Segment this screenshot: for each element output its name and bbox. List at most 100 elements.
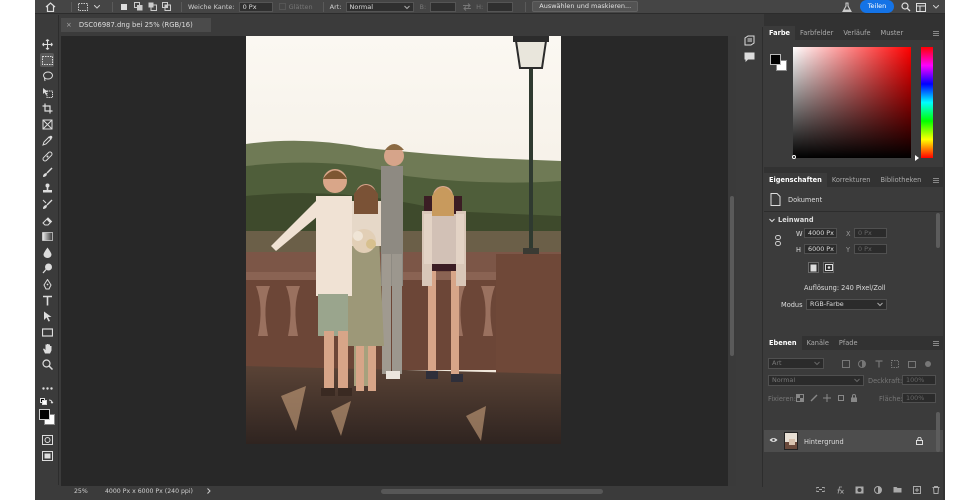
height-input[interactable] bbox=[487, 1, 514, 12]
quick-mask-icon[interactable] bbox=[40, 433, 54, 447]
frame-tool[interactable] bbox=[40, 117, 54, 131]
foreground-color-swatch[interactable] bbox=[770, 54, 781, 65]
healing-brush-tool[interactable] bbox=[40, 149, 54, 163]
hand-tool[interactable] bbox=[40, 341, 54, 355]
link-layers-icon[interactable] bbox=[816, 487, 825, 492]
lock-transparent-icon[interactable] bbox=[796, 394, 804, 402]
new-layer-icon[interactable] bbox=[913, 485, 922, 494]
adjustment-filter-icon[interactable] bbox=[858, 360, 867, 368]
panel-menu-icon[interactable] bbox=[933, 178, 939, 183]
tab-patterns[interactable]: Muster bbox=[876, 26, 909, 40]
history-brush-tool[interactable] bbox=[40, 197, 54, 211]
object-select-tool[interactable] bbox=[40, 85, 54, 99]
scroll-thumb[interactable] bbox=[730, 196, 734, 356]
beaker-icon[interactable] bbox=[841, 1, 853, 13]
canvas-width-input[interactable]: 4000 Px bbox=[804, 228, 837, 238]
canvas-vertical-scrollbar[interactable] bbox=[728, 36, 736, 486]
home-button[interactable] bbox=[35, 1, 65, 12]
close-tab-icon[interactable]: × bbox=[66, 21, 72, 29]
brush-tool[interactable] bbox=[40, 165, 54, 179]
lock-artboard-icon[interactable] bbox=[837, 394, 845, 402]
gradient-tool[interactable] bbox=[40, 229, 54, 243]
document-tab[interactable]: × DSC06987.dng bei 25% (RGB/16) bbox=[61, 18, 211, 32]
fill-input[interactable]: 100% bbox=[902, 393, 936, 403]
marquee-tool[interactable] bbox=[40, 53, 54, 67]
lock-all-icon[interactable] bbox=[850, 394, 858, 402]
folder-icon[interactable] bbox=[893, 486, 902, 493]
tab-adjustments[interactable]: Korrekturen bbox=[827, 173, 876, 187]
chevron-down-icon[interactable] bbox=[769, 217, 775, 225]
chevron-down-icon[interactable] bbox=[930, 1, 942, 13]
portrait-orientation-button[interactable] bbox=[808, 262, 819, 273]
pen-tool[interactable] bbox=[40, 277, 54, 291]
document-image[interactable] bbox=[246, 36, 561, 444]
eyedropper-tool[interactable] bbox=[40, 133, 54, 147]
blur-tool[interactable] bbox=[40, 245, 54, 259]
workspace-icon[interactable] bbox=[915, 1, 927, 13]
layer-filter-select[interactable]: Art bbox=[768, 358, 824, 369]
chevron-down-icon[interactable] bbox=[92, 3, 102, 11]
opacity-input[interactable]: 100% bbox=[902, 375, 936, 385]
color-picker-field[interactable] bbox=[793, 47, 911, 158]
hue-marker[interactable] bbox=[915, 155, 919, 161]
lock-icon[interactable] bbox=[916, 436, 923, 447]
path-select-tool[interactable] bbox=[40, 309, 54, 323]
tab-libraries[interactable]: Bibliotheken bbox=[875, 173, 926, 187]
feather-input[interactable]: 0 Px bbox=[238, 1, 273, 12]
image-filter-icon[interactable] bbox=[842, 360, 850, 368]
properties-scrollbar[interactable] bbox=[936, 213, 940, 248]
layer-name[interactable]: Hintergrund bbox=[804, 438, 844, 446]
add-mask-icon[interactable] bbox=[855, 486, 864, 494]
dodge-tool[interactable] bbox=[40, 261, 54, 275]
move-tool[interactable] bbox=[40, 37, 54, 51]
picker-marker[interactable] bbox=[792, 155, 796, 159]
type-tool[interactable] bbox=[40, 293, 54, 307]
trash-icon[interactable] bbox=[932, 485, 940, 494]
fx-icon[interactable] bbox=[836, 486, 844, 494]
clone-stamp-tool[interactable] bbox=[40, 181, 54, 195]
width-input[interactable] bbox=[430, 1, 457, 12]
shape-filter-icon[interactable] bbox=[891, 360, 900, 368]
lock-pixels-icon[interactable] bbox=[810, 394, 818, 402]
new-selection-button[interactable] bbox=[119, 3, 129, 11]
tab-color[interactable]: Farbe bbox=[764, 26, 796, 40]
mode-select[interactable]: RGB-Farbe bbox=[806, 299, 887, 310]
canvas-y-input[interactable]: 0 Px bbox=[854, 244, 887, 254]
link-icon[interactable] bbox=[775, 235, 781, 248]
screen-mode-icon[interactable] bbox=[40, 449, 54, 463]
blend-mode-select[interactable]: Normal bbox=[768, 375, 864, 386]
tab-properties[interactable]: Eigenschaften bbox=[764, 173, 827, 187]
crop-tool[interactable] bbox=[40, 101, 54, 115]
add-selection-button[interactable] bbox=[133, 2, 143, 11]
search-icon[interactable] bbox=[900, 1, 912, 13]
history-panel-icon[interactable] bbox=[744, 35, 755, 46]
canvas-area[interactable] bbox=[61, 36, 728, 486]
chevron-right-icon[interactable] bbox=[207, 488, 211, 496]
comments-panel-icon[interactable] bbox=[744, 52, 755, 63]
layer-row[interactable]: Hintergrund bbox=[764, 430, 943, 452]
zoom-level[interactable]: 25% bbox=[74, 488, 88, 495]
tab-channels[interactable]: Kanäle bbox=[802, 336, 834, 350]
canvas-horizontal-scrollbar[interactable] bbox=[381, 489, 603, 494]
tab-gradients[interactable]: Verläufe bbox=[838, 26, 875, 40]
color-swatches[interactable] bbox=[39, 409, 55, 425]
canvas-height-input[interactable]: 6000 Px bbox=[804, 244, 837, 254]
style-select[interactable]: Normal bbox=[345, 1, 414, 12]
share-button[interactable]: Teilen bbox=[860, 0, 894, 13]
layers-scrollbar[interactable] bbox=[936, 412, 940, 452]
rectangle-tool[interactable] bbox=[40, 325, 54, 339]
tab-layers[interactable]: Ebenen bbox=[764, 336, 802, 350]
hue-slider[interactable] bbox=[921, 47, 933, 158]
canvas-x-input[interactable]: 0 Px bbox=[854, 228, 887, 238]
lasso-tool[interactable] bbox=[40, 69, 54, 83]
antialias-checkbox[interactable] bbox=[278, 3, 286, 10]
smart-object-filter-icon[interactable] bbox=[907, 360, 916, 368]
tab-paths[interactable]: Pfade bbox=[834, 336, 863, 350]
panel-menu-icon[interactable] bbox=[933, 31, 939, 36]
landscape-orientation-button[interactable] bbox=[823, 262, 834, 273]
more-tools[interactable] bbox=[40, 381, 54, 395]
filter-toggle-icon[interactable] bbox=[924, 360, 932, 368]
intersect-selection-button[interactable] bbox=[161, 2, 171, 11]
adjustment-layer-icon[interactable] bbox=[874, 485, 883, 494]
foreground-color-swatch[interactable] bbox=[39, 409, 50, 420]
